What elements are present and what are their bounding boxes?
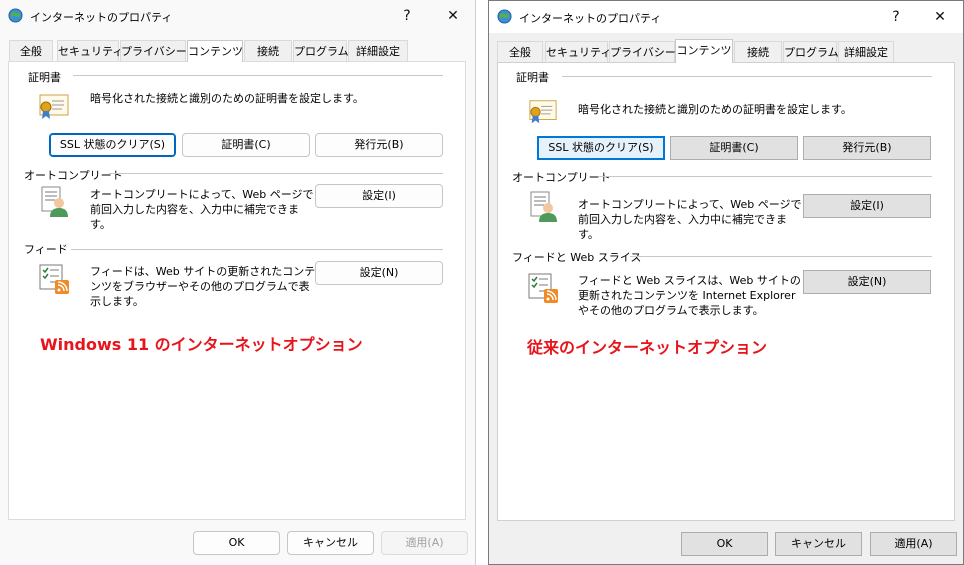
tab-connections[interactable]: 接続 xyxy=(734,41,782,63)
feeds-settings-button[interactable]: 設定(N) xyxy=(315,261,443,285)
certificates-button[interactable]: 証明書(C) xyxy=(182,133,310,157)
publishers-button[interactable]: 発行元(B) xyxy=(315,133,443,157)
content-tab-panel: 証明書 暗号化された接続と識別のための証明書を設定します。 SSL 状態のクリア… xyxy=(8,61,466,520)
tab-security[interactable]: セキュリティ xyxy=(57,40,123,62)
certificate-icon xyxy=(529,100,557,124)
tab-programs[interactable]: プログラム xyxy=(293,40,349,62)
certificate-icon xyxy=(39,94,69,119)
tab-connections[interactable]: 接続 xyxy=(244,40,292,62)
autocomplete-group-label: オートコンプリート xyxy=(24,169,123,182)
ok-button[interactable]: OK xyxy=(681,532,768,556)
autocomplete-icon xyxy=(530,191,557,222)
feeds-description: フィードは、Web サイトの更新されたコンテンツをブラウザーやその他のプログラム… xyxy=(90,265,316,308)
tab-content[interactable]: コンテンツ xyxy=(187,40,243,62)
ok-button[interactable]: OK xyxy=(193,531,280,555)
tab-content[interactable]: コンテンツ xyxy=(675,39,733,63)
autocomplete-group-divider xyxy=(598,176,932,177)
certificates-button[interactable]: 証明書(C) xyxy=(670,136,798,160)
tab-programs[interactable]: プログラム xyxy=(783,41,839,63)
cert-group-label: 証明書 xyxy=(28,71,61,84)
feeds-group-label: フィードと Web スライス xyxy=(512,251,642,264)
feed-icon xyxy=(528,273,558,303)
cert-description: 暗号化された接続と識別のための証明書を設定します。 xyxy=(90,92,364,105)
window-title: インターネットのプロパティ xyxy=(30,11,173,24)
tab-advanced[interactable]: 詳細設定 xyxy=(348,40,408,62)
tab-advanced[interactable]: 詳細設定 xyxy=(838,41,894,63)
content-tab-panel: 証明書 暗号化された接続と識別のための証明書を設定します。 SSL 状態のクリア… xyxy=(497,62,955,521)
help-button[interactable]: ? xyxy=(397,7,417,25)
autocomplete-description: オートコンプリートによって、Web ページで前回入力した内容を、入力中に補完でき… xyxy=(578,198,802,241)
cert-group-label: 証明書 xyxy=(516,71,549,84)
tab-general[interactable]: 全般 xyxy=(497,41,543,63)
cancel-button[interactable]: キャンセル xyxy=(287,531,374,555)
close-button[interactable]: ✕ xyxy=(443,7,463,25)
feed-icon xyxy=(39,264,69,294)
feeds-group-label: フィード xyxy=(24,243,68,256)
autocomplete-group-label: オートコンプリート xyxy=(512,171,611,184)
internet-options-icon xyxy=(8,8,23,23)
feeds-description: フィードと Web スライスは、Web サイトの更新されたコンテンツを Inte… xyxy=(578,274,801,317)
autocomplete-settings-button[interactable]: 設定(I) xyxy=(803,194,931,218)
autocomplete-settings-button[interactable]: 設定(I) xyxy=(315,184,443,208)
cert-group-divider xyxy=(562,76,932,77)
title-bar[interactable]: インターネットのプロパティ ? ✕ xyxy=(489,1,963,33)
classic-internet-properties-dialog: インターネットのプロパティ ? ✕ 全般 セキュリティ プライバシー コンテンツ… xyxy=(488,0,964,565)
comparison-caption: Windows 11 のインターネットオプション xyxy=(40,335,363,354)
apply-button[interactable]: 適用(A) xyxy=(381,531,468,555)
internet-options-icon xyxy=(497,9,512,24)
title-bar[interactable]: インターネットのプロパティ ? ✕ xyxy=(0,0,475,32)
tab-general[interactable]: 全般 xyxy=(9,40,53,62)
apply-button[interactable]: 適用(A) xyxy=(870,532,957,556)
cert-group-divider xyxy=(73,75,443,76)
tab-privacy[interactable]: プライバシー xyxy=(120,40,187,62)
clear-ssl-state-button[interactable]: SSL 状態のクリア(S) xyxy=(537,136,665,160)
win11-internet-properties-dialog: インターネットのプロパティ ? ✕ 全般 セキュリティ プライバシー コンテンツ… xyxy=(0,0,476,565)
autocomplete-icon xyxy=(41,186,68,217)
tab-privacy[interactable]: プライバシー xyxy=(609,41,676,63)
feeds-settings-button[interactable]: 設定(N) xyxy=(803,270,931,294)
feeds-group-divider xyxy=(71,249,443,250)
publishers-button[interactable]: 発行元(B) xyxy=(803,136,931,160)
feeds-group-divider xyxy=(630,256,932,257)
cert-description: 暗号化された接続と識別のための証明書を設定します。 xyxy=(578,103,852,116)
tab-security[interactable]: セキュリティ xyxy=(545,41,611,63)
cancel-button[interactable]: キャンセル xyxy=(775,532,862,556)
autocomplete-description: オートコンプリートによって、Web ページで前回入力した内容を、入力中に補完でき… xyxy=(90,188,314,231)
autocomplete-group-divider xyxy=(109,173,443,174)
window-title: インターネットのプロパティ xyxy=(519,12,662,25)
clear-ssl-state-button[interactable]: SSL 状態のクリア(S) xyxy=(49,133,176,157)
comparison-caption: 従来のインターネットオプション xyxy=(527,338,768,357)
close-button[interactable]: ✕ xyxy=(930,8,950,26)
help-button[interactable]: ? xyxy=(886,8,906,26)
